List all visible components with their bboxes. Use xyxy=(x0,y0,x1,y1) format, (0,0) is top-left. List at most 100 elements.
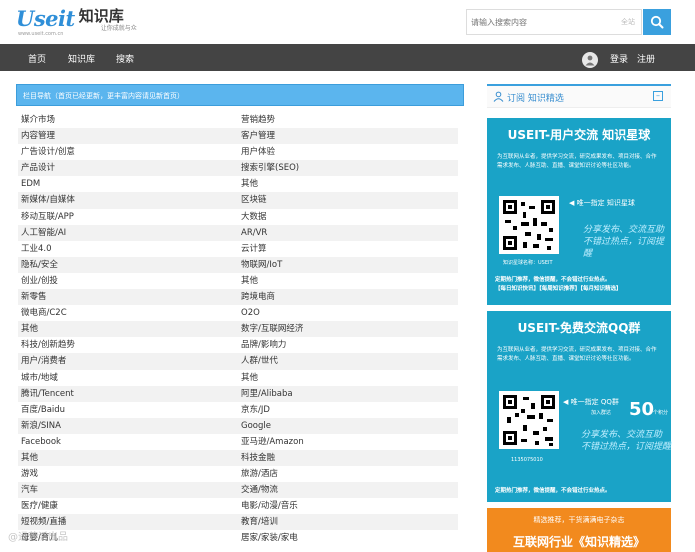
category-link[interactable]: 新媒体/自媒体 xyxy=(18,192,238,208)
nav-search[interactable]: 搜索 xyxy=(116,52,134,65)
category-link[interactable]: 教育/培训 xyxy=(238,514,458,530)
site-header: Useit 知识库 让你成就与众 www.useit.com.cn 全站 xyxy=(0,0,695,44)
category-link[interactable]: 客户管理 xyxy=(238,128,458,144)
promo-description: 为互联网从业者，提供学习交流，研究成果发布、项目对接、合作需求发布、人脉互助、直… xyxy=(497,347,657,362)
nav-knowledge-base[interactable]: 知识库 xyxy=(68,52,95,65)
table-row: 游戏 旅游/酒店 xyxy=(18,466,458,482)
table-row: 汽车 交通/物流 xyxy=(18,482,458,499)
table-row: Facebook 亚马逊/Amazon xyxy=(18,434,458,450)
table-row: 其他 数字/互联网经济 xyxy=(18,321,458,338)
category-link[interactable]: 亚马逊/Amazon xyxy=(238,434,458,450)
category-link[interactable]: 京东/JD xyxy=(238,402,458,418)
category-link[interactable]: 交通/物流 xyxy=(238,482,458,498)
category-link[interactable]: 大数据 xyxy=(238,209,458,225)
avatar[interactable] xyxy=(582,52,598,68)
table-row: 微电商/C2C O2O xyxy=(18,305,458,321)
table-row: 腾讯/Tencent 阿里/Alibaba xyxy=(18,385,458,402)
category-link[interactable]: Google xyxy=(238,418,458,434)
search-icon xyxy=(650,15,664,29)
qq-group-promo[interactable]: USEIT-免费交流QQ群 为互联网从业者，提供学习交流，研究成果发布、项目对接… xyxy=(487,311,671,502)
table-row: 百度/Baidu 京东/JD xyxy=(18,402,458,418)
category-link[interactable]: 微电商/C2C xyxy=(18,305,238,321)
logo-url: www.useit.com.cn xyxy=(18,31,64,37)
column-nav-title: 栏目导航（首页已经更新，更丰富内容请见新首页） xyxy=(23,92,184,100)
promo-note: ◀ 唯一指定 知识星球 xyxy=(569,199,635,207)
category-link[interactable]: 腾讯/Tencent xyxy=(18,386,238,402)
category-link[interactable]: 用户/消费者 xyxy=(18,353,238,369)
category-link[interactable]: 居家/家装/家电 xyxy=(238,530,458,546)
table-row: 隐私/安全 物联网/IoT xyxy=(18,256,458,273)
column-nav-heading: 栏目导航（首页已经更新，更丰富内容请见新首页） xyxy=(16,84,464,106)
table-row: 工业4.0 云计算 xyxy=(18,241,458,257)
category-link[interactable]: EDM xyxy=(18,176,238,192)
category-link[interactable]: 人工智能/AI xyxy=(18,225,238,241)
category-link[interactable]: 区块链 xyxy=(238,192,458,208)
search-input[interactable] xyxy=(471,13,601,31)
user-icon xyxy=(493,91,504,102)
promo-title: USEIT-免费交流QQ群 xyxy=(517,321,641,335)
knowledge-digest-promo[interactable]: 精选推荐，干货满满电子杂志 互联网行业《知识精选》 xyxy=(487,508,671,552)
category-link[interactable]: 媒介市场 xyxy=(18,112,238,128)
category-link[interactable]: 用户体验 xyxy=(238,144,458,160)
category-link[interactable]: 其他 xyxy=(238,176,458,192)
table-row: 广告设计/创意 用户体验 xyxy=(18,144,458,160)
category-link[interactable]: 其他 xyxy=(18,450,238,466)
category-link[interactable]: O2O xyxy=(238,305,458,321)
table-row: 媒介市场 营销趋势 xyxy=(18,112,458,128)
category-link[interactable]: 创业/创投 xyxy=(18,273,238,289)
category-link[interactable]: 百度/Baidu xyxy=(18,402,238,418)
category-link[interactable]: 旅游/酒店 xyxy=(238,466,458,482)
points-count: 50 xyxy=(629,399,655,420)
category-link[interactable]: 电影/动漫/音乐 xyxy=(238,498,458,514)
login-link[interactable]: 登录 xyxy=(610,52,628,65)
category-link[interactable]: 其他 xyxy=(238,273,458,289)
category-link[interactable]: 新浪/SINA xyxy=(18,418,238,434)
category-link[interactable]: 新零售 xyxy=(18,289,238,305)
category-link[interactable]: 游戏 xyxy=(18,466,238,482)
register-link[interactable]: 注册 xyxy=(637,52,655,65)
promo-footer: 定期热门推荐，微信提醒，不会错过行业热点。 【每日知识快讯】【每周知识推荐】【每… xyxy=(495,277,622,292)
category-link[interactable]: AR/VR xyxy=(238,225,458,241)
category-link[interactable]: 产品设计 xyxy=(18,160,238,176)
category-link[interactable]: 广告设计/创意 xyxy=(18,144,238,160)
table-row: 科技/创新趋势 品牌/影响力 xyxy=(18,337,458,353)
category-link[interactable]: 营销趋势 xyxy=(238,112,458,128)
qr-caption: 知识星球名称：USEIT xyxy=(503,260,553,266)
category-link[interactable]: 其他 xyxy=(18,321,238,337)
site-logo[interactable]: Useit 知识库 让你成就与众 xyxy=(16,8,137,33)
category-link[interactable]: 数字/互联网经济 xyxy=(238,321,458,337)
search-button[interactable] xyxy=(643,9,671,35)
category-link[interactable]: 移动互联/APP xyxy=(18,209,238,225)
category-link[interactable]: 工业4.0 xyxy=(18,241,238,257)
promo-note: ◀ 唯一指定 QQ群 xyxy=(563,398,619,406)
category-link[interactable]: 医疗/健康 xyxy=(18,498,238,514)
category-link[interactable]: 搜索引擎(SEO) xyxy=(238,160,458,176)
table-row: 新浪/SINA Google xyxy=(18,417,458,434)
collapse-toggle-button[interactable]: – xyxy=(653,91,663,101)
promo-slogan: 分享发布、交流互助 不错过热点，订阅提醒 xyxy=(581,430,672,452)
category-link[interactable]: 内容管理 xyxy=(18,128,238,144)
category-link[interactable]: 物联网/IoT xyxy=(238,257,458,273)
category-link[interactable]: 隐私/安全 xyxy=(18,257,238,273)
qr-code-icon xyxy=(503,200,555,250)
category-link[interactable]: 汽车 xyxy=(18,482,238,498)
category-link[interactable]: 其他 xyxy=(238,370,458,386)
category-link[interactable]: 科技/创新趋势 xyxy=(18,337,238,353)
category-link[interactable]: 云计算 xyxy=(238,241,458,257)
category-link[interactable]: 城市/地域 xyxy=(18,370,238,386)
knowledge-planet-promo[interactable]: USEIT-用户交流 知识星球 为互联网从业者，提供学习交流，研究成果发布、项目… xyxy=(487,118,671,305)
category-link[interactable]: 人群/世代 xyxy=(238,353,458,369)
category-link[interactable]: 科技金融 xyxy=(238,450,458,466)
search-scope[interactable]: 全站 xyxy=(621,17,635,27)
nav-home[interactable]: 首页 xyxy=(28,52,46,65)
logo-subtitle: 让你成就与众 xyxy=(100,25,137,32)
category-link[interactable]: 跨境电商 xyxy=(238,289,458,305)
qr-caption: 1135075010 xyxy=(511,457,543,463)
category-link[interactable]: 品牌/影响力 xyxy=(238,337,458,353)
digest-tagline: 精选推荐，干货满满电子杂志 xyxy=(533,516,625,524)
category-link[interactable]: Facebook xyxy=(18,434,238,450)
category-link[interactable]: 阿里/Alibaba xyxy=(238,386,458,402)
user-icon xyxy=(585,55,595,66)
category-grid: 媒介市场 营销趋势 内容管理 客户管理 广告设计/创意 用户体验 产品设计 搜索引擎(SEO)… xyxy=(18,112,458,547)
points-unit: 个积分 xyxy=(653,410,669,416)
